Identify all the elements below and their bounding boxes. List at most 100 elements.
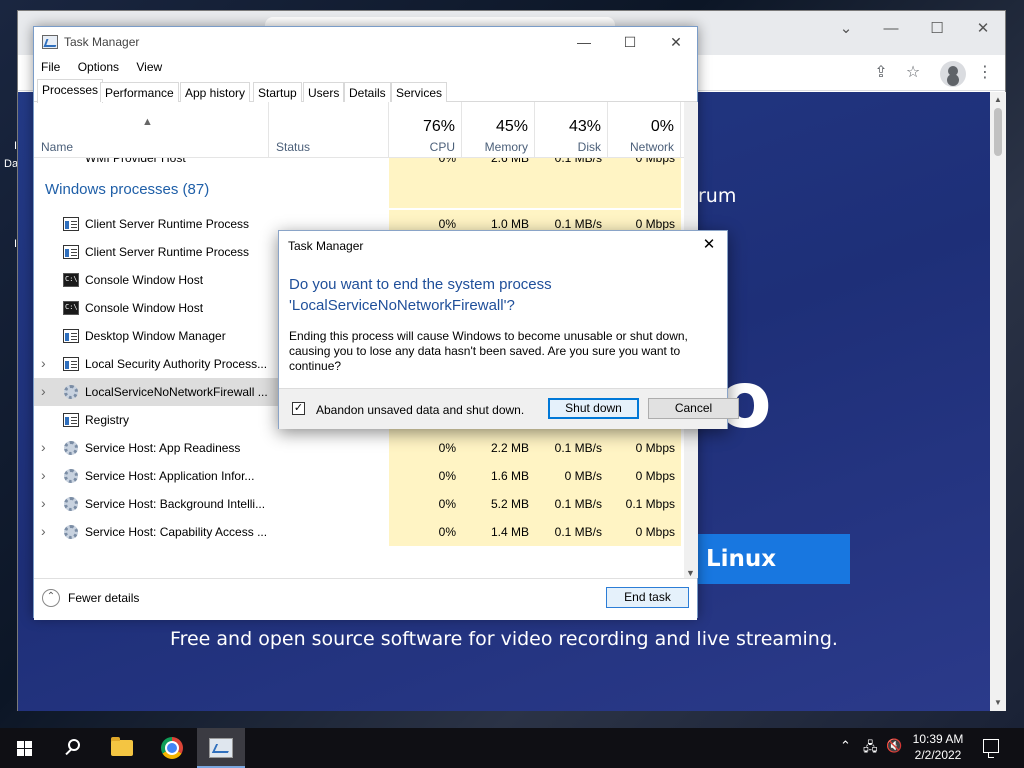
console-icon <box>63 273 79 287</box>
process-memory: 1.6 MB <box>462 462 535 490</box>
expand-chevron-icon[interactable]: › <box>41 439 46 455</box>
cpu-band <box>389 172 462 208</box>
checkbox-label[interactable]: Abandon unsaved data and shut down. <box>316 403 524 417</box>
group-header: Windows processes (87) <box>45 181 210 198</box>
volume-muted-icon[interactable]: 🔇 <box>886 738 902 754</box>
tab-users[interactable]: Users <box>303 82 345 102</box>
process-cpu: 0% <box>389 434 462 462</box>
tab-startup[interactable]: Startup <box>253 82 302 102</box>
desktop-icon-label-fragment[interactable]: Da <box>4 158 18 170</box>
cpu-label: CPU <box>429 140 455 154</box>
abandon-data-checkbox[interactable]: ✓ <box>292 402 305 415</box>
close-icon[interactable]: ✕ <box>697 234 721 256</box>
file-explorer-button[interactable] <box>98 728 146 768</box>
table-row[interactable]: › Service Host: Background Intelli... 0% 5.… <box>34 490 684 518</box>
memory-total: 45% <box>495 118 528 135</box>
column-status[interactable]: Status <box>269 102 389 158</box>
table-row[interactable]: › Service Host: Application Infor... 0% 1.6… <box>34 462 684 490</box>
process-memory: 2.2 MB <box>462 434 535 462</box>
network-label: Network <box>629 140 674 154</box>
process-name: Local Security Authority Process... <box>85 357 268 371</box>
column-network[interactable]: 0% Network <box>608 102 681 158</box>
minimize-icon[interactable]: — <box>868 15 914 43</box>
gear-icon <box>64 497 78 511</box>
menu-icon[interactable]: ⋮ <box>972 61 998 85</box>
process-memory: 1.4 MB <box>462 518 535 546</box>
maximize-icon[interactable]: ☐ <box>607 27 653 57</box>
fewer-details-link[interactable]: Fewer details <box>68 591 139 605</box>
expand-chevron-icon[interactable]: › <box>41 523 46 539</box>
dialog-body: Ending this process will cause Windows t… <box>289 329 688 373</box>
gear-icon <box>64 441 78 455</box>
close-icon[interactable]: ✕ <box>653 27 699 57</box>
column-name-label: Name <box>41 140 74 154</box>
tm-titlebar[interactable]: Task Manager — ☐ ✕ <box>34 27 697 57</box>
network-icon[interactable]: 🖧 <box>863 738 878 760</box>
table-row[interactable]: › Service Host: App Readiness 0% 2.2 MB 0.1 … <box>34 434 684 462</box>
linux-download-button[interactable]: Linux <box>688 534 850 584</box>
menu-file[interactable]: File <box>34 57 67 77</box>
column-cpu[interactable]: 76% CPU <box>389 102 462 158</box>
scroll-up-icon[interactable]: ▲ <box>990 92 1006 108</box>
tab-services[interactable]: Services <box>391 82 448 102</box>
scroll-down-icon[interactable]: ▼ <box>686 568 695 578</box>
cancel-button[interactable]: Cancel <box>648 398 739 419</box>
table-row[interactable]: WMI Provider Host 0% 2.6 MB 0.1 MB/s 0 M… <box>34 158 684 172</box>
minimize-icon[interactable]: — <box>561 27 607 57</box>
task-manager-icon <box>42 35 58 49</box>
column-name[interactable]: ▲ Name <box>34 102 269 158</box>
scroll-thumb[interactable] <box>994 108 1002 156</box>
tab-search-icon[interactable]: ⌄ <box>823 15 869 43</box>
window-icon <box>63 245 79 259</box>
maximize-icon[interactable]: ☐ <box>914 15 960 43</box>
process-name: Service Host: App Readiness <box>85 441 241 455</box>
process-network: 0.1 Mbps <box>608 490 681 518</box>
menu-view[interactable]: View <box>129 57 169 77</box>
chevron-up-icon[interactable]: ⌃ <box>42 589 60 607</box>
tm-tabs: Processes Performance App history Startu… <box>34 79 697 103</box>
process-name: Console Window Host <box>85 273 204 287</box>
clock[interactable]: 10:39 AM 2/2/2022 <box>905 731 971 763</box>
expand-chevron-icon[interactable]: › <box>41 355 46 371</box>
memory-label: Memory <box>484 140 528 154</box>
page-scrollbar[interactable]: ▲ ▼ <box>990 92 1006 711</box>
tab-performance[interactable]: Performance <box>100 82 179 102</box>
disk-total: 43% <box>568 118 601 135</box>
table-row[interactable]: › Service Host: Capability Access ... 0% 1.… <box>34 518 684 546</box>
chrome-button[interactable] <box>148 728 196 768</box>
search-button[interactable] <box>48 728 96 768</box>
profile-icon[interactable] <box>940 61 966 87</box>
task-manager-taskbar-button[interactable] <box>197 728 245 768</box>
expand-chevron-icon[interactable]: › <box>41 467 46 483</box>
process-name: Registry <box>85 413 130 427</box>
star-icon[interactable]: ☆ <box>900 61 926 85</box>
notification-icon[interactable] <box>983 739 999 753</box>
close-icon[interactable]: ✕ <box>960 15 1006 43</box>
scroll-down-icon[interactable]: ▼ <box>990 695 1006 711</box>
tab-processes[interactable]: Processes <box>37 79 104 103</box>
expand-chevron-icon[interactable]: › <box>41 495 46 511</box>
chevron-up-icon[interactable]: ⌃ <box>840 738 851 754</box>
column-memory[interactable]: 45% Memory <box>462 102 535 158</box>
group-header-row[interactable]: Windows processes (87) <box>34 172 684 208</box>
forum-link-fragment[interactable]: rum <box>698 185 736 207</box>
disk-label: Disk <box>577 140 601 154</box>
end-task-button[interactable]: End task <box>606 587 689 608</box>
dialog-heading: Do you want to end the system process 'L… <box>289 276 552 314</box>
column-disk[interactable]: 43% Disk <box>535 102 608 158</box>
process-disk: 0.1 MB/s <box>535 490 608 518</box>
menu-options[interactable]: Options <box>71 57 126 77</box>
share-icon[interactable]: ⇪ <box>868 61 894 85</box>
process-cpu: 0% <box>389 462 462 490</box>
expand-chevron-icon[interactable]: › <box>41 383 46 399</box>
start-button[interactable] <box>0 728 48 768</box>
process-network: 0 Mbps <box>608 434 681 462</box>
chrome-icon <box>161 737 183 759</box>
tab-app-history[interactable]: App history <box>180 82 251 102</box>
clock-date: 2/2/2022 <box>914 748 962 762</box>
sort-ascending-icon: ▲ <box>142 116 153 128</box>
tab-details[interactable]: Details <box>344 82 391 102</box>
process-disk: 0.1 MB/s <box>535 158 608 172</box>
shut-down-button[interactable]: Shut down <box>548 398 639 419</box>
window-icon <box>63 217 79 231</box>
